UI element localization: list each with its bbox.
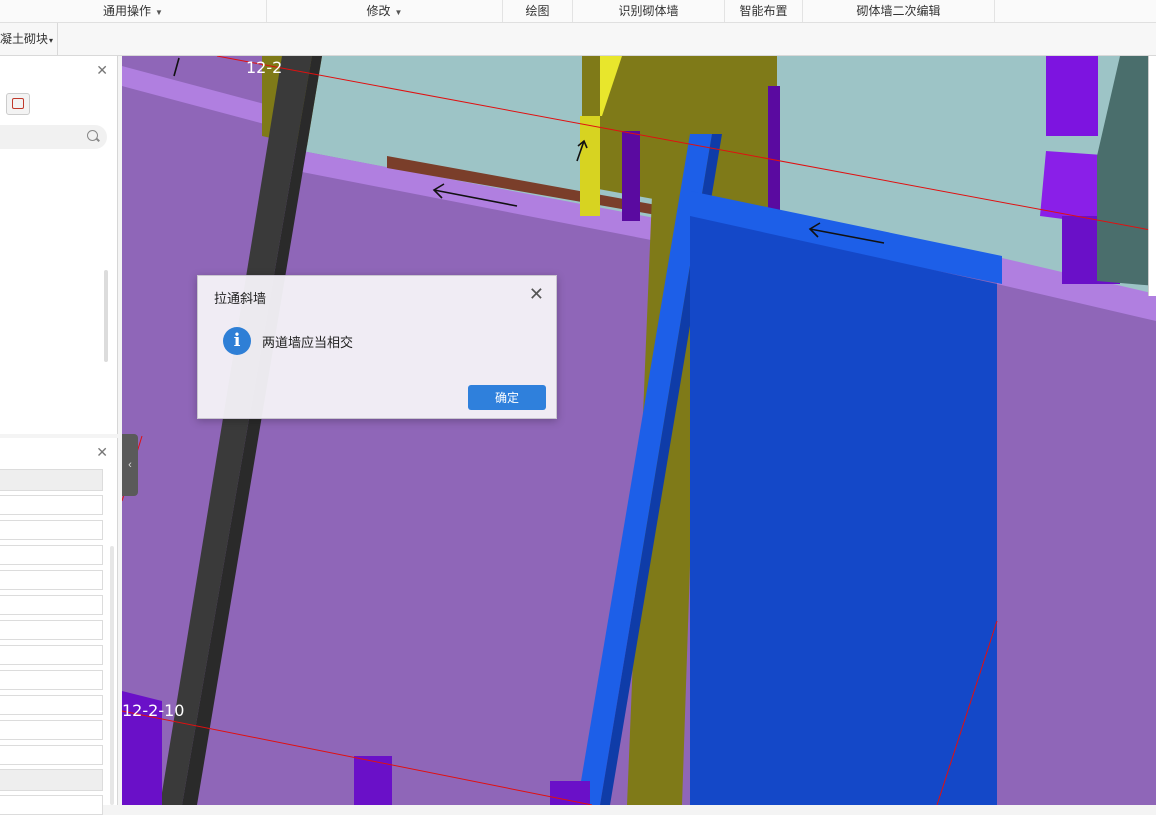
- table-row[interactable]: [0, 720, 103, 740]
- scrollbar[interactable]: [104, 270, 108, 362]
- ribbon-group-label: 绘图: [525, 4, 550, 18]
- wall-blue-face: [690, 216, 997, 805]
- right-tool-strip: [1148, 56, 1156, 296]
- 3d-scene: [122, 56, 1156, 805]
- column-yellow: [580, 116, 600, 216]
- caret-down-icon: ▾: [49, 36, 54, 45]
- ok-button[interactable]: 确定: [468, 385, 546, 410]
- properties-panel: ✕: [0, 438, 118, 815]
- wall-dark-purple: [622, 131, 640, 221]
- table-row[interactable]: [0, 570, 103, 590]
- ribbon-group-bar: 通用操作 ▼ 修改 ▼ 绘图 识别砌体墙 智能布置 砌体墙二次编辑: [0, 0, 1156, 23]
- block-type-label: 凝土砌块: [0, 32, 49, 46]
- table-row[interactable]: [0, 595, 103, 615]
- ribbon-group-label: 通用操作: [103, 4, 152, 18]
- ribbon-group-general-ops[interactable]: 通用操作 ▼: [0, 0, 267, 22]
- caret-down-icon: ▼: [155, 8, 163, 17]
- ribbon-group-smart-layout[interactable]: 智能布置: [725, 0, 803, 22]
- table-row[interactable]: [0, 769, 103, 791]
- list-view-icon[interactable]: [6, 93, 30, 115]
- table-row[interactable]: [0, 545, 103, 565]
- dialog-title: 拉通斜墙: [214, 291, 267, 306]
- table-header-row: [0, 469, 103, 491]
- ribbon-group-identify-masonry-wall[interactable]: 识别砌体墙: [573, 0, 725, 22]
- collapse-panel-button[interactable]: ‹: [122, 434, 138, 496]
- axis-label: 12-2-10: [122, 701, 185, 720]
- wall-dark-purple: [550, 781, 590, 805]
- close-icon[interactable]: ✕: [96, 444, 108, 461]
- ribbon-group-label: 砌体墙二次编辑: [856, 4, 941, 18]
- table-row[interactable]: [0, 745, 103, 765]
- column-violet: [1046, 56, 1098, 136]
- ribbon-group-masonry-secondary-edit[interactable]: 砌体墙二次编辑: [803, 0, 995, 22]
- wall-dark-purple: [354, 756, 392, 805]
- message-dialog: 拉通斜墙 ✕ i 两道墙应当相交 确定: [197, 275, 557, 419]
- ribbon-group-label: 智能布置: [739, 4, 788, 18]
- table-row[interactable]: [0, 495, 103, 515]
- table-row[interactable]: [0, 645, 103, 665]
- table-row[interactable]: [0, 620, 103, 640]
- search-input[interactable]: [0, 125, 107, 149]
- ribbon-group-draw[interactable]: 绘图: [503, 0, 573, 22]
- component-list-panel: ✕: [0, 56, 118, 434]
- secondary-toolbar: 凝土砌块▾: [0, 23, 1156, 56]
- block-type-dropdown[interactable]: 凝土砌块▾: [0, 23, 59, 55]
- table-row[interactable]: [0, 695, 103, 715]
- scrollbar[interactable]: [110, 546, 114, 805]
- ribbon-group-modify[interactable]: 修改 ▼: [267, 0, 503, 22]
- ribbon-group-label: 修改: [366, 4, 391, 18]
- table-row[interactable]: [0, 795, 103, 815]
- dialog-message: 两道墙应当相交: [262, 335, 354, 350]
- caret-down-icon: ▼: [394, 8, 403, 17]
- 3d-viewport[interactable]: 12-2 12-2-10: [122, 56, 1156, 805]
- close-icon[interactable]: ✕: [529, 284, 544, 305]
- info-icon: i: [223, 327, 251, 355]
- table-row[interactable]: [0, 520, 103, 540]
- chevron-left-icon: ‹: [128, 459, 132, 471]
- search-icon: [87, 130, 98, 141]
- table-row[interactable]: [0, 670, 103, 690]
- close-icon[interactable]: ✕: [96, 62, 108, 79]
- wall-dark-purple: [768, 86, 780, 216]
- axis-label: 12-2: [246, 58, 283, 77]
- ribbon-group-label: 识别砌体墙: [618, 4, 679, 18]
